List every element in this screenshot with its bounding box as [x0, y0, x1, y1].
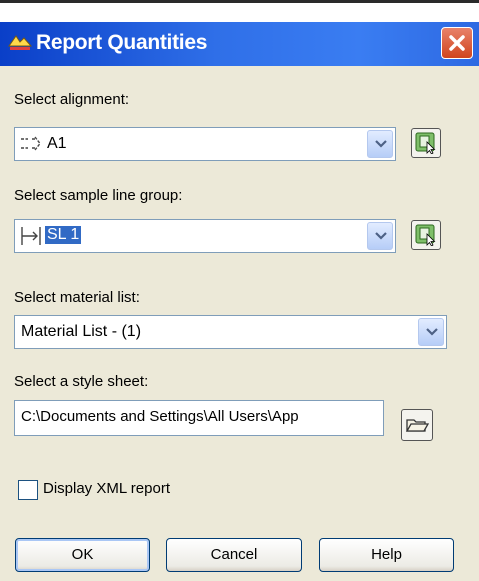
sample-line-group-dropdown[interactable]: SL 1: [14, 219, 396, 253]
title-bar[interactable]: Report Quantities: [0, 22, 479, 66]
chevron-down-icon: [375, 232, 387, 240]
pick-from-drawing-icon: [415, 132, 436, 154]
sample-line-group-value: SL 1: [45, 226, 82, 244]
pick-sample-line-group-button[interactable]: [411, 220, 441, 250]
window-top-edge: [0, 0, 479, 3]
sample-line-group-dropdown-button[interactable]: [367, 222, 393, 250]
chevron-down-icon: [426, 328, 438, 336]
pick-alignment-button[interactable]: [411, 128, 441, 158]
alignment-dropdown[interactable]: A1: [14, 127, 396, 161]
window-title: Report Quantities: [36, 31, 208, 54]
alignment-dropdown-button[interactable]: [367, 130, 393, 158]
pick-from-drawing-icon: [415, 224, 436, 246]
help-button[interactable]: Help: [319, 538, 454, 572]
alignment-icon: [21, 136, 41, 151]
chevron-down-icon: [375, 140, 387, 148]
display-xml-report-checkbox[interactable]: [18, 480, 38, 500]
alignment-label: Select alignment:: [14, 91, 130, 108]
material-list-dropdown-button[interactable]: [418, 318, 444, 346]
display-xml-report-label: Display XML report: [43, 480, 170, 497]
style-sheet-label: Select a style sheet:: [14, 373, 149, 390]
sample-line-group-label: Select sample line group:: [14, 187, 183, 204]
material-list-label: Select material list:: [14, 289, 140, 306]
material-list-dropdown[interactable]: Material List - (1): [14, 315, 447, 349]
alignment-value: A1: [47, 135, 67, 152]
cancel-button[interactable]: Cancel: [166, 538, 302, 572]
material-list-value: Material List - (1): [21, 323, 142, 340]
close-icon: [449, 35, 465, 51]
folder-open-icon: [405, 419, 430, 432]
app-icon: [8, 35, 32, 50]
browse-style-sheet-button[interactable]: [401, 409, 433, 441]
sample-line-group-icon: [21, 227, 41, 245]
dialog-body: Select alignment: A1 Select sample line …: [0, 66, 479, 581]
close-button[interactable]: [441, 27, 473, 59]
style-sheet-path-field[interactable]: C:\Documents and Settings\All Users\App: [14, 400, 384, 436]
ok-button[interactable]: OK: [15, 538, 150, 572]
